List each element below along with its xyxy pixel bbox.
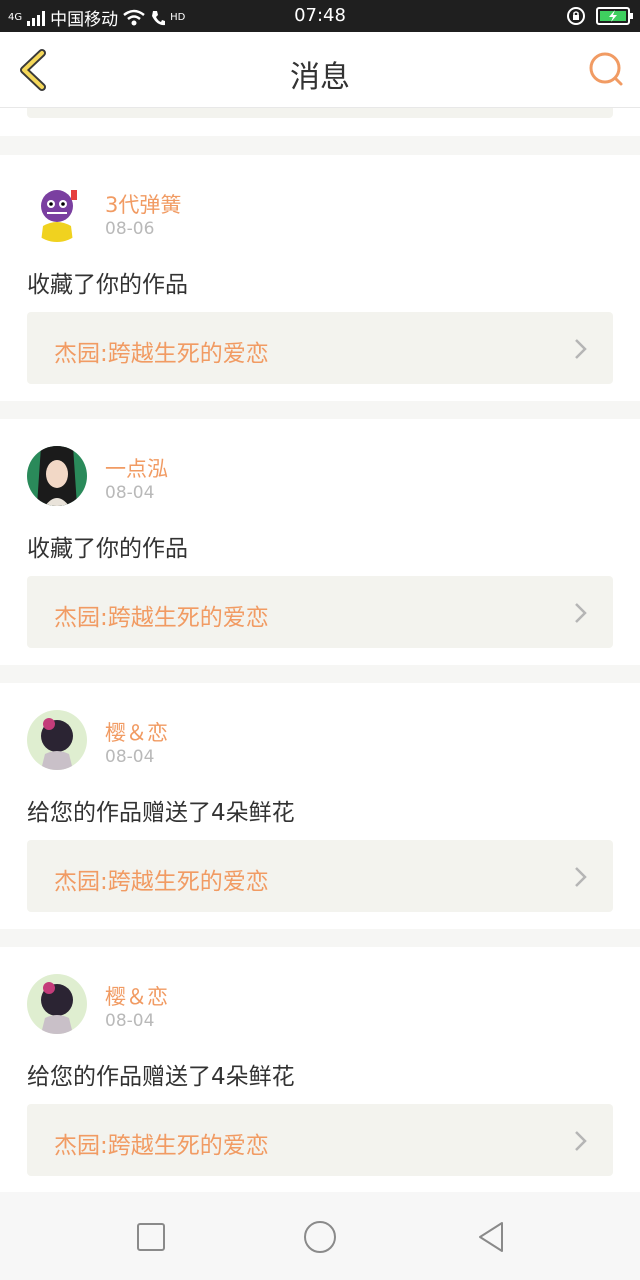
work-link[interactable]: 杰园:跨越生死的爱恋 xyxy=(27,840,613,912)
message-text: 给您的作品赠送了4朵鲜花 xyxy=(27,800,295,826)
status-right xyxy=(566,6,633,26)
avatar[interactable] xyxy=(27,182,87,242)
status-bar: 4G 中国移动 HD 07:48 xyxy=(0,0,640,32)
message-date: 08-06 xyxy=(105,219,155,239)
message-date: 08-04 xyxy=(105,483,155,503)
username[interactable]: 樱＆恋 xyxy=(105,981,168,1011)
page-title: 消息 xyxy=(290,60,350,95)
message-date: 08-04 xyxy=(105,747,155,767)
avatar[interactable] xyxy=(27,974,87,1034)
work-title: 杰园:跨越生死的爱恋 xyxy=(54,869,269,895)
message-card: 3代弹簧 08-06 收藏了你的作品 杰园:跨越生死的爱恋 xyxy=(0,155,640,401)
message-card: 樱＆恋 08-04 给您的作品赠送了4朵鲜花 杰园:跨越生死的爱恋 xyxy=(0,947,640,1192)
chevron-right-icon xyxy=(575,603,587,623)
home-icon[interactable] xyxy=(303,1220,337,1254)
username[interactable]: 樱＆恋 xyxy=(105,717,168,747)
work-title: 杰园:跨越生死的爱恋 xyxy=(54,1133,269,1159)
header: 消息 xyxy=(0,32,640,108)
search-icon xyxy=(589,52,623,86)
username[interactable]: 一点泓 xyxy=(105,453,168,483)
chevron-right-icon xyxy=(575,867,587,887)
search-button[interactable] xyxy=(586,50,626,90)
work-link[interactable]: 杰园:跨越生死的爱恋 xyxy=(27,312,613,384)
avatar[interactable] xyxy=(27,446,87,506)
battery-icon xyxy=(596,7,633,25)
message-text: 给您的作品赠送了4朵鲜花 xyxy=(27,1064,295,1090)
work-title: 杰园:跨越生死的爱恋 xyxy=(54,341,269,367)
chevron-right-icon xyxy=(575,339,587,359)
recent-apps-icon[interactable] xyxy=(134,1220,168,1254)
message-text: 收藏了你的作品 xyxy=(27,272,188,298)
message-date: 08-04 xyxy=(105,1011,155,1031)
message-text: 收藏了你的作品 xyxy=(27,536,188,562)
message-card: 樱＆恋 08-04 给您的作品赠送了4朵鲜花 杰园:跨越生死的爱恋 xyxy=(0,683,640,929)
rotation-lock-icon xyxy=(567,7,585,25)
work-link[interactable]: 杰园:跨越生死的爱恋 xyxy=(27,1104,613,1176)
username[interactable]: 3代弹簧 xyxy=(105,189,181,219)
work-link[interactable]: 杰园:跨越生死的爱恋 xyxy=(27,576,613,648)
work-title: 杰园:跨越生死的爱恋 xyxy=(54,605,269,631)
previous-card-partial xyxy=(0,108,640,136)
back-nav-icon[interactable] xyxy=(474,1220,508,1254)
system-nav-bar xyxy=(0,1192,640,1280)
chevron-right-icon xyxy=(575,1131,587,1151)
clock: 07:48 xyxy=(294,5,346,26)
message-card: 一点泓 08-04 收藏了你的作品 杰园:跨越生死的爱恋 xyxy=(0,419,640,665)
avatar[interactable] xyxy=(27,710,87,770)
